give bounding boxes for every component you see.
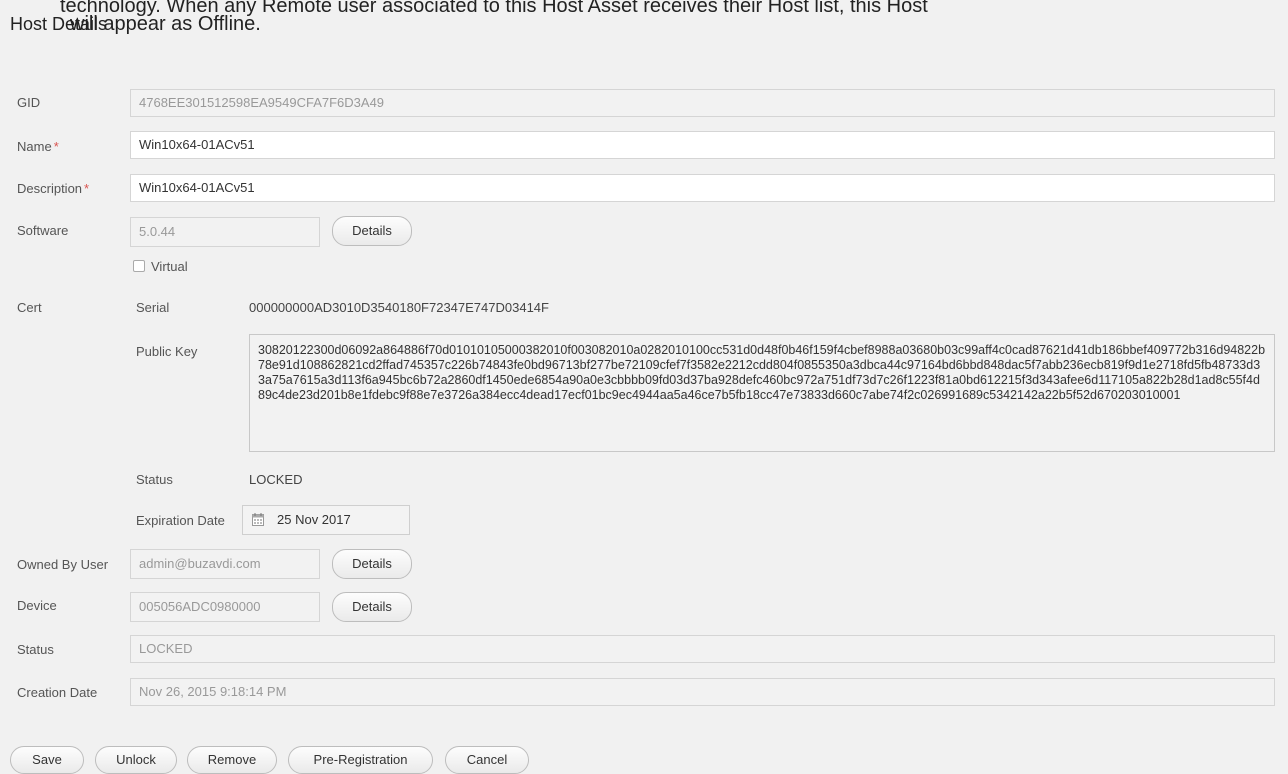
device-field: 005056ADC0980000 xyxy=(130,592,320,622)
name-label-text: Name xyxy=(17,139,52,154)
name-label: Name * xyxy=(17,139,59,154)
remove-button[interactable]: Remove xyxy=(187,746,277,774)
public-key-textarea[interactable]: 30820122300d06092a864886f70d010101050003… xyxy=(249,334,1275,452)
gid-field: 4768EE301512598EA9549CFA7F6D3A49 xyxy=(130,89,1275,117)
cert-status-value: LOCKED xyxy=(249,472,303,487)
owned-by-details-button[interactable]: Details xyxy=(332,549,412,579)
serial-value: 000000000AD3010D3540180F72347E747D03414F xyxy=(249,300,549,315)
software-field: 5.0.44 xyxy=(130,217,320,247)
overlay-line-2: will appear as Offline. xyxy=(70,13,261,35)
virtual-checkbox[interactable] xyxy=(133,260,145,272)
calendar-icon[interactable] xyxy=(252,513,264,526)
gid-label: GID xyxy=(17,95,41,110)
expiration-date-label: Expiration Date xyxy=(136,513,225,528)
creation-date-field: Nov 26, 2015 9:18:14 PM xyxy=(130,678,1275,706)
unlock-button[interactable]: Unlock xyxy=(95,746,177,774)
cert-status-label: Status xyxy=(136,472,173,487)
device-details-button[interactable]: Details xyxy=(332,592,412,622)
creation-date-label: Creation Date xyxy=(17,685,98,700)
software-label: Software xyxy=(17,223,69,238)
cert-label: Cert xyxy=(17,300,42,315)
owned-by-field: admin@buzavdi.com xyxy=(130,549,320,579)
name-input[interactable]: Win10x64-01ACv51 xyxy=(130,131,1275,159)
expiration-date-value: 25 Nov 2017 xyxy=(277,512,351,527)
owned-by-label: Owned By User xyxy=(17,557,109,572)
required-marker: * xyxy=(53,139,59,154)
document-overlay-text: technology. When any Remote user associa… xyxy=(60,0,928,35)
public-key-label: Public Key xyxy=(136,344,198,359)
description-input[interactable]: Win10x64-01ACv51 xyxy=(130,174,1275,202)
save-button[interactable]: Save xyxy=(10,746,84,774)
status-label: Status xyxy=(17,642,54,657)
status-field: LOCKED xyxy=(130,635,1275,663)
expiration-date-field[interactable]: 25 Nov 2017 xyxy=(242,505,410,535)
description-label: Description * xyxy=(17,181,89,196)
serial-label: Serial xyxy=(136,300,170,315)
virtual-label: Virtual xyxy=(151,259,188,274)
device-label: Device xyxy=(17,598,57,613)
software-details-button[interactable]: Details xyxy=(332,216,412,246)
cancel-button[interactable]: Cancel xyxy=(445,746,529,774)
pre-registration-button[interactable]: Pre-Registration xyxy=(288,746,433,774)
description-label-text: Description xyxy=(17,181,83,196)
required-marker: * xyxy=(84,181,90,196)
